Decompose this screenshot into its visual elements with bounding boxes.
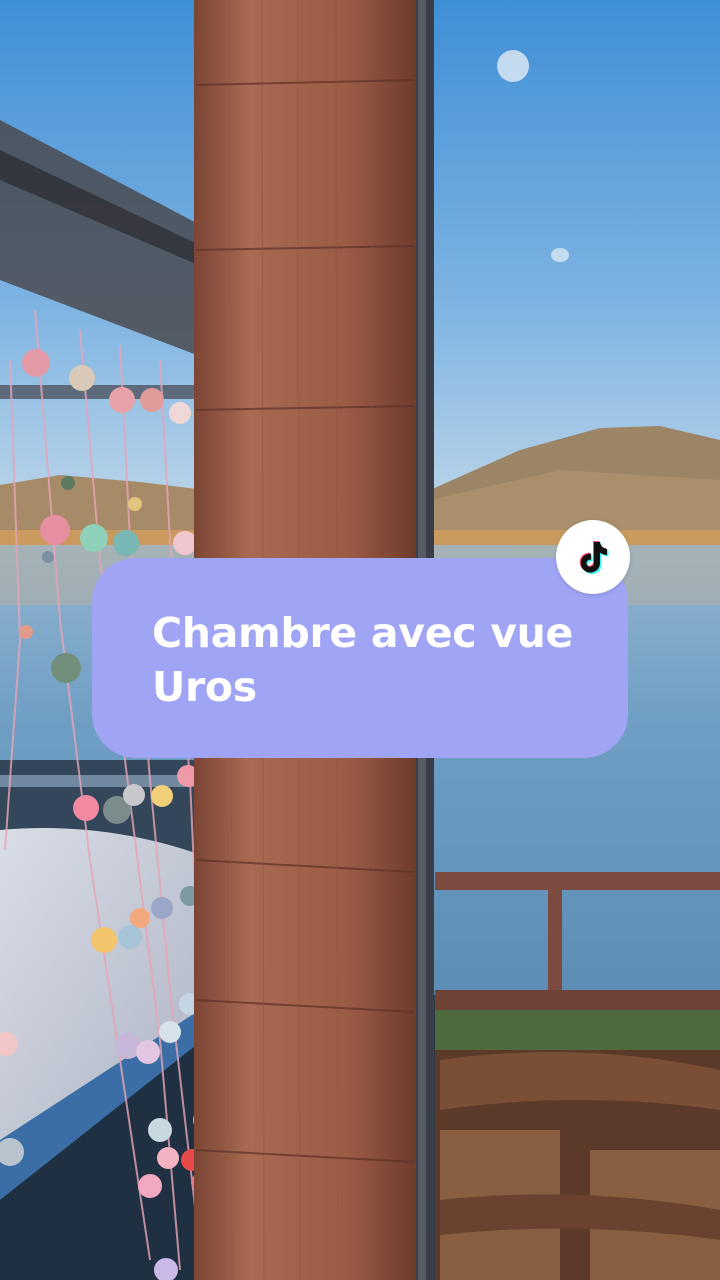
photo-scene: Chambre avec vue Uros: [0, 0, 720, 1280]
tiktok-logo-icon: [579, 541, 609, 574]
caption-line-2: Uros: [152, 663, 257, 711]
tiktok-badge: [556, 520, 630, 594]
caption-line-1: Chambre avec vue: [152, 609, 574, 657]
caption-box: Chambre avec vue Uros: [92, 558, 628, 758]
